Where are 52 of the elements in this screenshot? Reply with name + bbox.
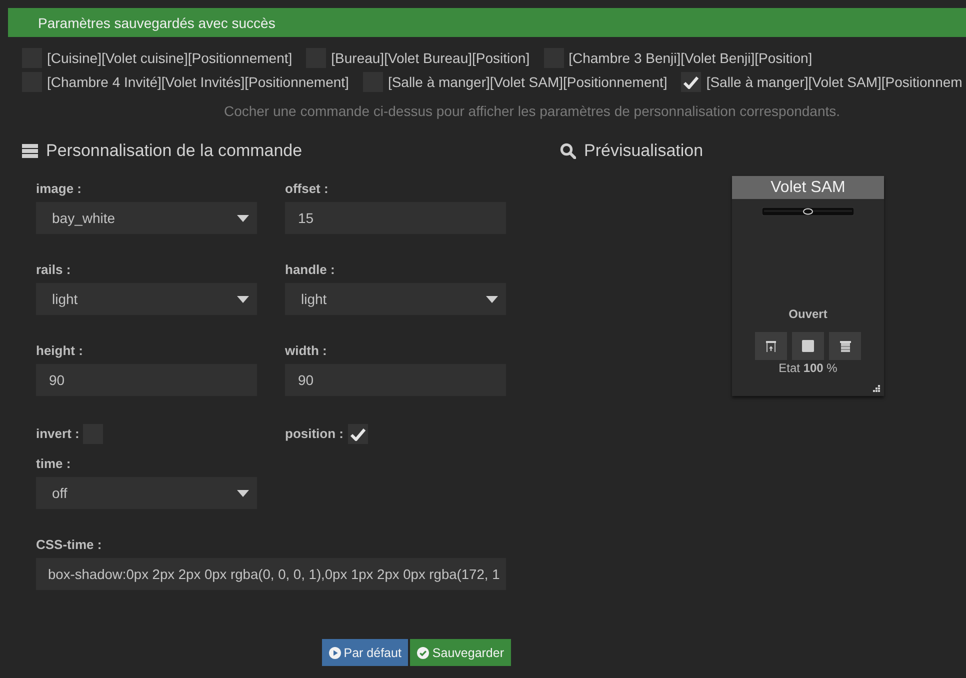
section-title: Prévisualisation [584, 141, 704, 161]
shutter-up-icon [766, 340, 776, 352]
stacked-bars-icon [22, 144, 38, 158]
select-field[interactable]: light [36, 283, 257, 315]
status-text: Etat 100 % [778, 360, 838, 376]
field-label: height : [36, 343, 84, 359]
check-circle-icon [417, 646, 430, 658]
command-label[interactable]: [Salle à manger][Volet SAM][Positionnement] [388, 74, 668, 90]
save-button[interactable]: Sauvegarder [410, 639, 511, 666]
input-field[interactable]: 90 [285, 364, 506, 396]
stop-icon [802, 340, 814, 352]
field-label: offset : [285, 181, 330, 197]
default-button[interactable]: Par défaut [322, 639, 408, 666]
checkbox[interactable] [348, 424, 368, 444]
caret-icon [486, 296, 498, 302]
input-field[interactable]: box-shadow:0px 2px 2px 0px rgba(0, 0, 0, 1),0px 1px 2px 0px rgba(172, 1 [36, 558, 506, 590]
state-text: Ouvert [788, 306, 828, 322]
field-label: handle : [285, 262, 336, 278]
open-button[interactable] [755, 332, 787, 360]
field-label: time : [36, 456, 72, 472]
stop-button[interactable] [792, 332, 824, 360]
checkbox[interactable] [681, 72, 702, 92]
search-icon [560, 143, 576, 159]
command-label[interactable]: [Salle à manger][Volet SAM][Positionnem [706, 74, 962, 90]
input-field[interactable]: 15 [285, 202, 506, 234]
input-field[interactable]: 90 [36, 364, 257, 396]
caret-icon [237, 296, 249, 302]
check-icon [683, 76, 700, 88]
field-label: position : [285, 426, 344, 442]
command-label[interactable]: [Cuisine][Volet cuisine][Positionnement] [47, 50, 292, 66]
caret-icon [237, 214, 249, 222]
field-label: invert : [36, 426, 80, 442]
hint-text: Cocher une commande ci-dessus pour afficher les paramètres de personnalisation correspondants. [224, 103, 840, 119]
command-label[interactable]: [Chambre 4 Invité][Volet Invités][Positionnement] [47, 74, 349, 90]
select-field[interactable]: light [285, 283, 506, 315]
check-icon [350, 428, 366, 440]
widget-title: Volet SAM [732, 176, 884, 199]
caret-icon [237, 490, 249, 496]
select-field[interactable]: bay_white [36, 202, 257, 234]
field-label: CSS-time : [36, 537, 103, 553]
select-field[interactable]: off [36, 477, 257, 509]
field-label: image : [36, 181, 83, 197]
command-label[interactable]: [Bureau][Volet Bureau][Position] [331, 50, 530, 66]
shutter-closed-icon [840, 340, 850, 352]
play-circle-icon [328, 646, 341, 658]
command-label[interactable]: [Chambre 3 Benji][Volet Benji][Position] [568, 50, 812, 66]
field-label: width : [285, 343, 328, 359]
close-button[interactable] [829, 332, 861, 360]
section-title: Personnalisation de la commande [46, 141, 302, 161]
banner-text: Paramètres sauvegardés avec succès [38, 14, 276, 30]
field-label: rails : [36, 262, 72, 278]
resize-grip-icon[interactable] [873, 385, 880, 392]
